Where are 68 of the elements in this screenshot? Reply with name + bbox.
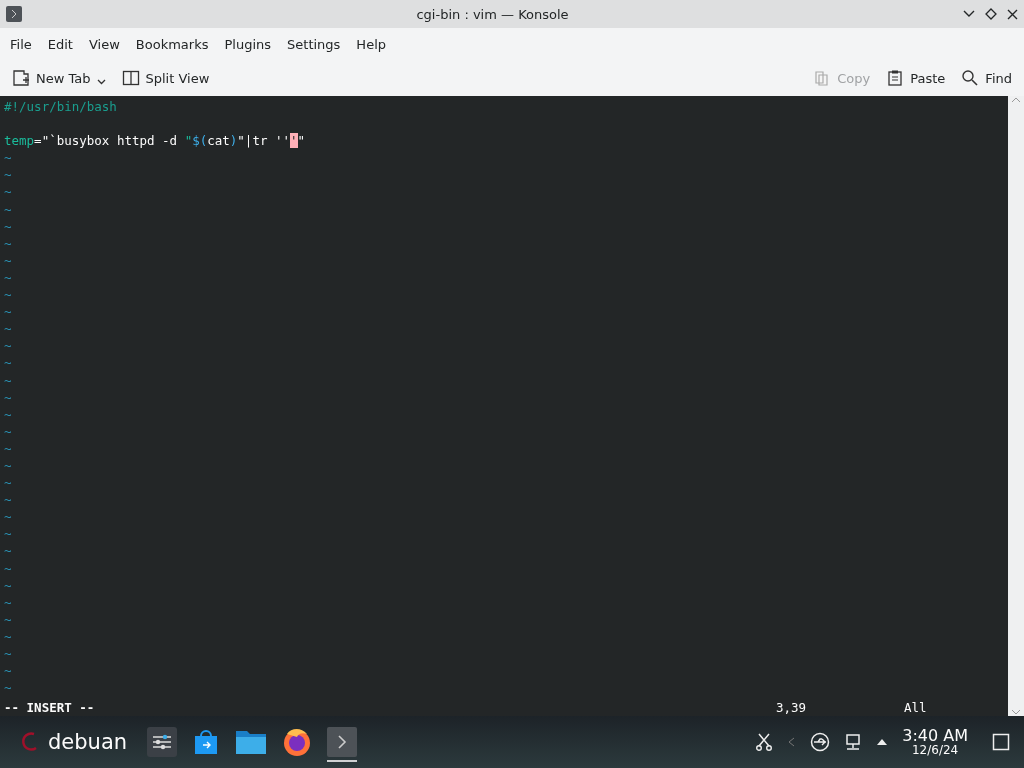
empty-line-marker: ~ <box>4 234 12 252</box>
scroll-position: All <box>904 699 928 716</box>
split-view-icon <box>121 69 140 87</box>
empty-line-marker: ~ <box>4 474 12 492</box>
terminal-icon[interactable] <box>327 726 358 757</box>
paste-icon <box>886 69 905 87</box>
empty-line-marker: ~ <box>4 610 12 628</box>
expand-tray-icon[interactable] <box>876 738 889 746</box>
empty-line-marker: ~ <box>4 354 12 372</box>
empty-line-marker: ~ <box>4 542 12 560</box>
network-icon[interactable] <box>844 733 863 751</box>
scissors-icon[interactable] <box>756 733 773 751</box>
show-desktop-icon[interactable] <box>992 733 1010 751</box>
mode-indicator: -- INSERT -- <box>4 699 95 716</box>
close-icon[interactable] <box>1007 8 1018 20</box>
menu-item[interactable]: Help <box>348 32 394 56</box>
toolbar-button[interactable]: Find <box>955 65 1018 91</box>
empty-line-marker: ~ <box>4 627 12 645</box>
menu-item[interactable]: Bookmarks <box>127 32 217 56</box>
toolbar-button[interactable]: Split View <box>115 65 216 91</box>
empty-line-marker: ~ <box>4 166 12 184</box>
clock-time[interactable]: 3:40 AM <box>902 726 968 745</box>
empty-line-marker: ~ <box>4 286 12 304</box>
menu-item[interactable]: File <box>2 32 40 56</box>
terminal-icon <box>6 6 22 22</box>
empty-line-marker: ~ <box>4 456 12 475</box>
empty-line-marker: ~ <box>4 593 12 611</box>
code-line: temp="`busybox httpd -d "$(cat)"|tr '''" <box>4 133 306 149</box>
empty-line-marker: ~ <box>4 149 12 167</box>
application-launcher[interactable]: debuan <box>14 729 134 755</box>
cursor-position: 3,39 <box>776 699 808 716</box>
empty-line-marker: ~ <box>4 388 12 406</box>
usb-icon[interactable] <box>810 732 831 752</box>
empty-line-marker: ~ <box>4 559 12 577</box>
maximize-icon[interactable] <box>985 8 997 20</box>
empty-line-marker: ~ <box>4 200 12 218</box>
empty-line-marker: ~ <box>4 320 12 338</box>
window-title: cgi-bin : vim — Konsole <box>415 6 570 22</box>
menu-item[interactable]: Plugins <box>216 32 280 56</box>
empty-line-marker: ~ <box>4 645 12 663</box>
empty-line-marker: ~ <box>4 303 12 321</box>
empty-line-marker: ~ <box>4 525 12 543</box>
code-line: #!/usr/bin/bash <box>4 99 117 114</box>
new-tab-icon <box>12 69 30 87</box>
search-icon <box>961 69 980 87</box>
clock-date[interactable]: 12/6/24 <box>912 744 959 758</box>
empty-line-marker: ~ <box>4 439 12 457</box>
minimize-icon[interactable] <box>963 10 975 18</box>
caret-icon <box>96 79 106 85</box>
empty-line-marker: ~ <box>4 183 12 201</box>
empty-line-marker: ~ <box>4 422 12 440</box>
menu-item[interactable]: View <box>80 32 128 56</box>
toolbar-button[interactable]: New Tab <box>6 65 112 91</box>
empty-line-marker: ~ <box>4 679 12 697</box>
sliders-icon[interactable] <box>147 726 178 757</box>
empty-line-marker: ~ <box>4 217 12 235</box>
empty-line-marker: ~ <box>4 576 12 594</box>
empty-line-marker: ~ <box>4 251 12 269</box>
menu-item[interactable]: Edit <box>39 32 81 56</box>
empty-line-marker: ~ <box>4 371 12 389</box>
toolbar-button[interactable]: Paste <box>880 65 952 91</box>
menu-item[interactable]: Settings <box>279 32 349 56</box>
empty-line-marker: ~ <box>4 337 12 355</box>
empty-line-marker: ~ <box>4 268 12 287</box>
empty-line-marker: ~ <box>4 508 12 526</box>
empty-line-marker: ~ <box>4 491 12 509</box>
empty-line-marker: ~ <box>4 405 12 423</box>
empty-line-marker: ~ <box>4 662 12 680</box>
